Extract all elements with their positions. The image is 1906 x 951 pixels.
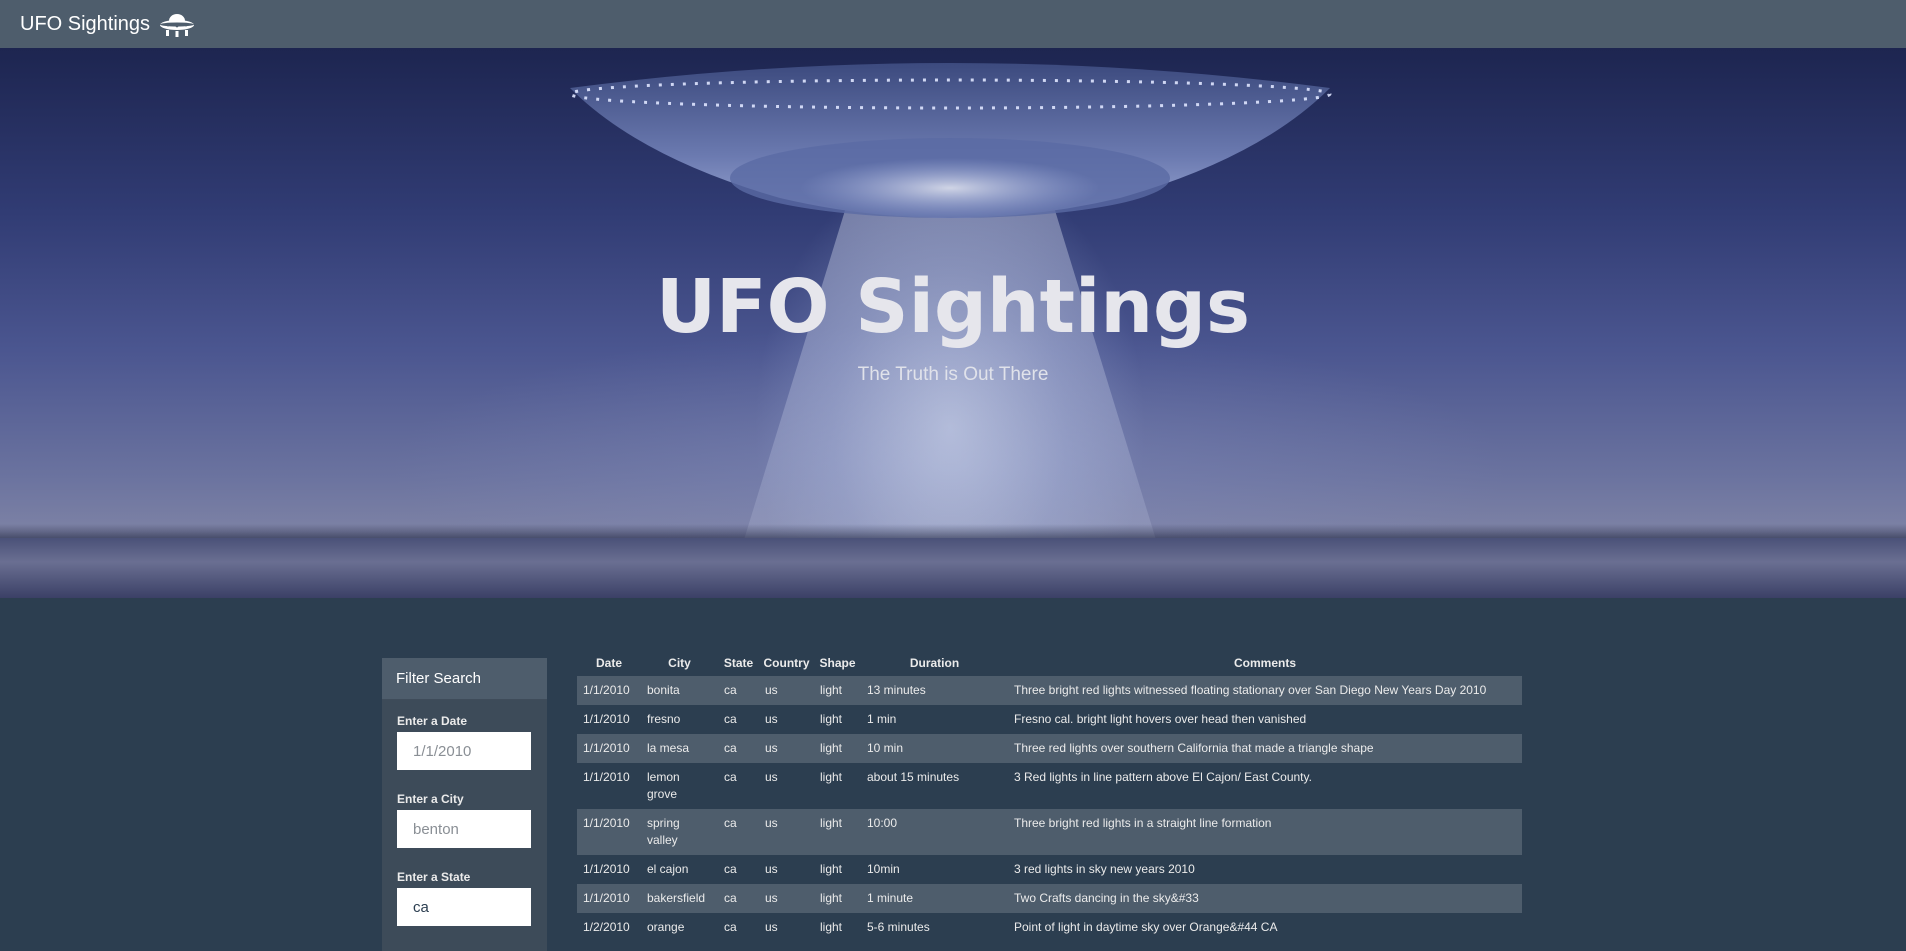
cell-comments: 3 red lights in sky new years 2010 bbox=[1014, 862, 1195, 876]
cell-date: 1/2/2010 bbox=[583, 920, 630, 934]
cell-city: fresno bbox=[647, 712, 681, 726]
cell-country: us bbox=[765, 862, 778, 876]
date-input[interactable] bbox=[397, 732, 531, 770]
hero-subtitle: The Truth is Out There bbox=[857, 364, 1049, 385]
cell-comments: Three red lights over southern Californi… bbox=[1008, 734, 1522, 763]
cell-city: orange bbox=[647, 920, 685, 934]
cell-city: el cajon bbox=[647, 862, 689, 876]
header-duration: Duration bbox=[909, 656, 960, 670]
cell-state: ca bbox=[724, 712, 737, 726]
cell-shape: light bbox=[814, 676, 861, 705]
cell-country: us bbox=[765, 920, 778, 934]
cell-country: us bbox=[759, 809, 814, 855]
cell-city: bonita bbox=[641, 676, 718, 705]
cell-comments: Two Crafts dancing in the sky&#33 bbox=[1008, 884, 1522, 913]
cell-date: 1/1/2010 bbox=[583, 770, 630, 784]
cell-shape: light bbox=[820, 770, 843, 784]
filter-body: Enter a Date Enter a City Enter a State bbox=[382, 700, 547, 951]
table-header-row: Date City State Country Shape Duration C… bbox=[577, 650, 1522, 676]
city-label: Enter a City bbox=[397, 792, 464, 806]
ufo-icon bbox=[158, 11, 196, 37]
header-date: Date bbox=[595, 656, 622, 670]
filter-panel: Filter Search Enter a Date Enter a City … bbox=[382, 658, 547, 951]
cell-shape: light bbox=[814, 734, 861, 763]
table-row: 1/2/2010 orange ca us light 5-6 minutes … bbox=[577, 913, 1522, 942]
cell-duration: 10min bbox=[867, 862, 900, 876]
table-row: 1/1/2010 spring valley ca us light 10:00… bbox=[577, 809, 1522, 855]
navbar-brand[interactable]: UFO Sightings bbox=[20, 11, 196, 37]
cell-state: ca bbox=[724, 770, 737, 784]
cell-duration: 1 min bbox=[867, 712, 897, 726]
cell-state: ca bbox=[718, 676, 759, 705]
hero-banner: UFO Sightings The Truth is Out There bbox=[0, 48, 1906, 598]
table-row: 1/1/2010 bakersfield ca us light 1 minut… bbox=[577, 884, 1522, 913]
hero-title: UFO Sightings bbox=[655, 264, 1251, 350]
ground bbox=[0, 538, 1906, 598]
header-state: State bbox=[723, 656, 754, 670]
header-country: Country bbox=[763, 656, 810, 670]
cell-state: ca bbox=[718, 734, 759, 763]
cell-country: us bbox=[759, 884, 814, 913]
header-city: City bbox=[668, 656, 691, 670]
cell-shape: light bbox=[820, 862, 843, 876]
cell-city: bakersfield bbox=[641, 884, 718, 913]
cell-city: spring valley bbox=[641, 809, 718, 855]
header-comments: Comments bbox=[1233, 656, 1296, 670]
cell-duration: 10:00 bbox=[861, 809, 1008, 855]
cell-date: 1/1/2010 bbox=[577, 884, 641, 913]
navbar: UFO Sightings bbox=[0, 0, 1906, 48]
cell-city: la mesa bbox=[641, 734, 718, 763]
cell-duration: 1 minute bbox=[861, 884, 1008, 913]
cell-comments: 3 Red lights in line pattern above El Ca… bbox=[1014, 770, 1312, 784]
date-label: Enter a Date bbox=[397, 714, 468, 728]
table-row: 1/1/2010 fresno ca us light 1 min Fresno… bbox=[577, 705, 1522, 734]
brand-label: UFO Sightings bbox=[20, 12, 151, 35]
cell-date: 1/1/2010 bbox=[583, 862, 630, 876]
cell-date: 1/1/2010 bbox=[577, 809, 641, 855]
cell-shape: light bbox=[820, 712, 843, 726]
filter-header: Filter Search bbox=[382, 658, 547, 700]
city-input[interactable] bbox=[397, 810, 531, 848]
cell-country: us bbox=[765, 770, 778, 784]
cell-country: us bbox=[759, 676, 814, 705]
flying-saucer-image bbox=[568, 63, 1332, 218]
cell-date: 1/1/2010 bbox=[577, 734, 641, 763]
cell-duration: 5-6 minutes bbox=[867, 920, 930, 934]
table-row: 1/1/2010 lemon grove ca us light about 1… bbox=[577, 763, 1522, 809]
cell-duration: 13 minutes bbox=[861, 676, 1008, 705]
cell-city: lemon grove bbox=[647, 770, 680, 801]
cell-date: 1/1/2010 bbox=[577, 676, 641, 705]
cell-duration: about 15 minutes bbox=[867, 770, 960, 784]
cell-duration: 10 min bbox=[861, 734, 1008, 763]
header-shape: Shape bbox=[819, 656, 856, 670]
cell-comments: Three bright red lights witnessed floati… bbox=[1008, 676, 1522, 705]
state-input[interactable] bbox=[397, 888, 531, 926]
cell-state: ca bbox=[724, 920, 737, 934]
cell-date: 1/1/2010 bbox=[583, 712, 630, 726]
state-label: Enter a State bbox=[397, 870, 471, 884]
table-body: 1/1/2010 bonita ca us light 13 minutes T… bbox=[577, 676, 1522, 942]
table-row: 1/1/2010 el cajon ca us light 10min 3 re… bbox=[577, 855, 1522, 884]
cell-comments: Point of light in daytime sky over Orang… bbox=[1014, 920, 1278, 934]
cell-shape: light bbox=[814, 884, 861, 913]
table-row: 1/1/2010 la mesa ca us light 10 min Thre… bbox=[577, 734, 1522, 763]
sightings-table-wrapper: Date City State Country Shape Duration C… bbox=[577, 650, 1522, 942]
cell-comments: Three bright red lights in a straight li… bbox=[1008, 809, 1522, 855]
cell-state: ca bbox=[724, 862, 737, 876]
sightings-table: Date City State Country Shape Duration C… bbox=[577, 650, 1522, 942]
table-row: 1/1/2010 bonita ca us light 13 minutes T… bbox=[577, 676, 1522, 705]
cell-country: us bbox=[765, 712, 778, 726]
cell-shape: light bbox=[820, 920, 843, 934]
cell-shape: light bbox=[814, 809, 861, 855]
cell-state: ca bbox=[718, 809, 759, 855]
cell-country: us bbox=[759, 734, 814, 763]
cell-comments: Fresno cal. bright light hovers over hea… bbox=[1014, 712, 1307, 726]
cell-state: ca bbox=[718, 884, 759, 913]
